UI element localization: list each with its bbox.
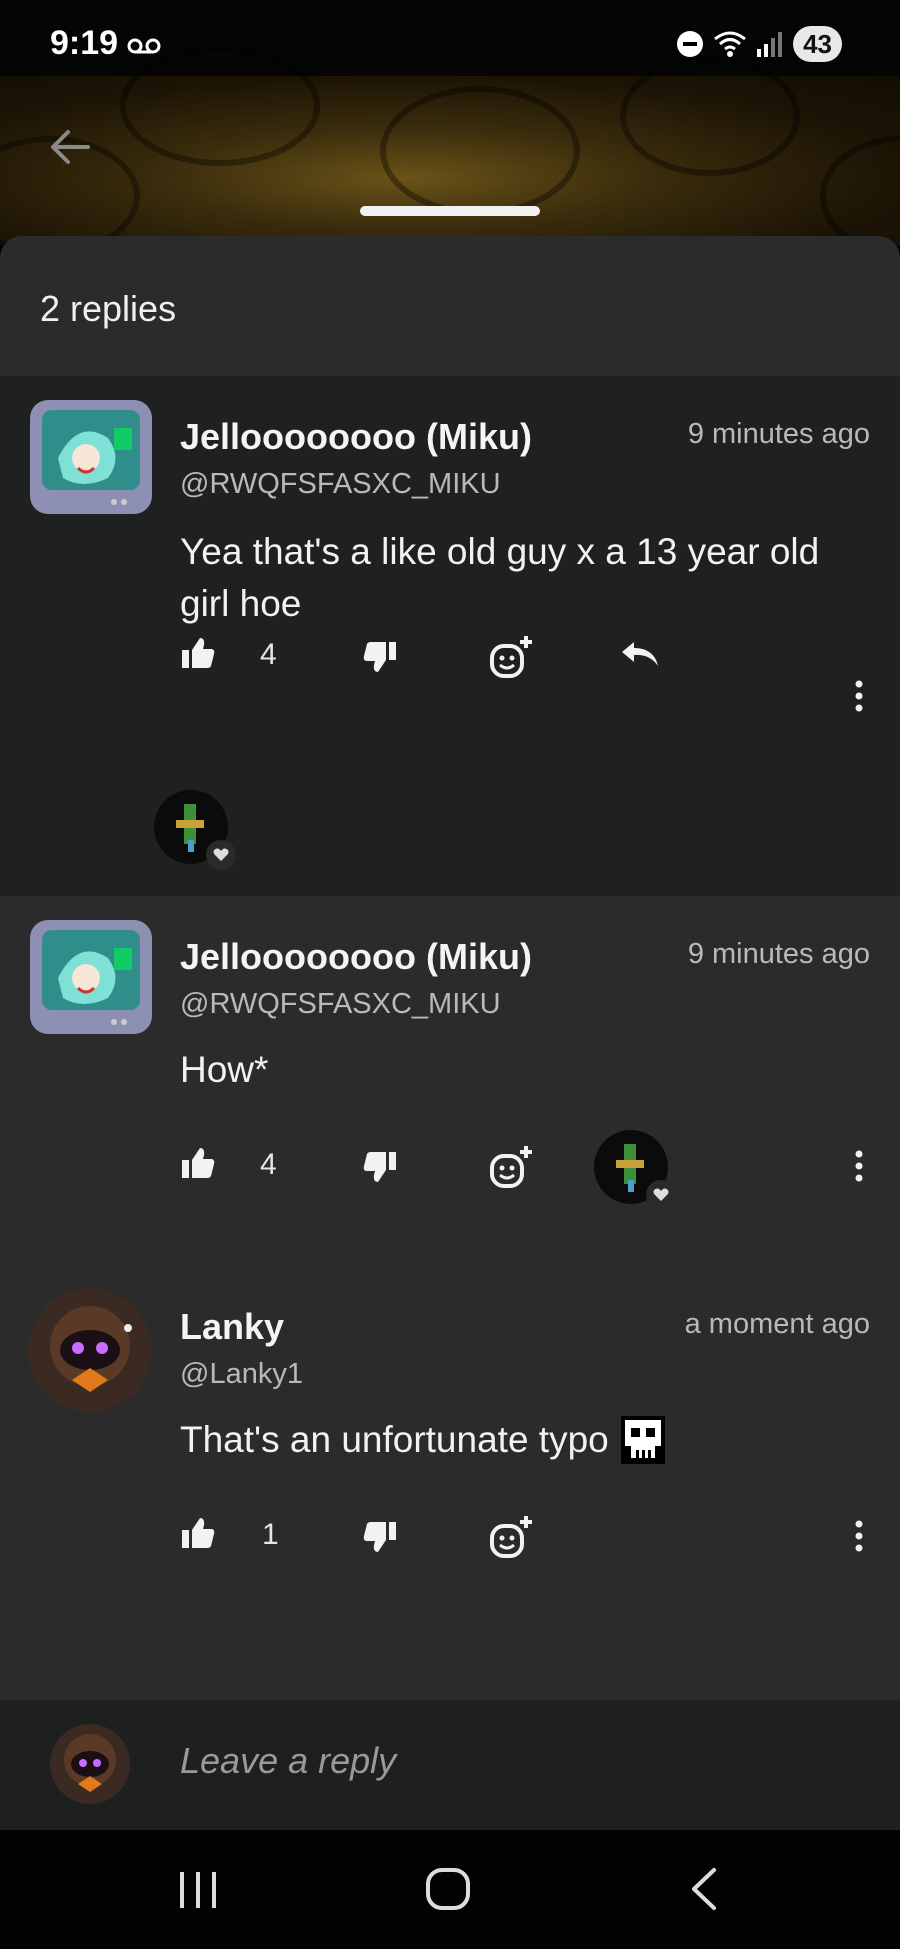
thumbs-down-icon[interactable]	[362, 640, 398, 674]
reply-arrow-icon[interactable]	[620, 640, 660, 670]
avatar[interactable]	[28, 918, 154, 1036]
comment-body-row: That's an unfortunate typo	[180, 1414, 870, 1466]
do-not-disturb-icon	[677, 31, 704, 57]
battery-indicator: 43	[793, 26, 842, 62]
skull-emoji-icon	[620, 1416, 665, 1464]
voicemail-icon	[127, 38, 161, 54]
reply-comment: Lanky @Lanky1 a moment ago That's an unf…	[0, 1266, 900, 1646]
header-background	[0, 46, 900, 256]
reply-input[interactable]	[180, 1740, 860, 1782]
system-nav-bar	[0, 1830, 900, 1949]
like-count: 4	[260, 638, 277, 671]
more-vertical-icon[interactable]	[854, 680, 864, 712]
wifi-icon	[714, 31, 747, 57]
comment-author[interactable]: Jelloooooooo (Miku)	[180, 416, 532, 458]
status-time: 9:19	[50, 24, 119, 62]
replies-sheet: 2 replies Jelloooooooo (Miku) @RWQFSFASX…	[0, 236, 900, 1829]
heart-icon	[206, 840, 236, 870]
more-vertical-icon[interactable]	[854, 1520, 864, 1552]
comment-body: Yea that's a like old guy x a 13 year ol…	[180, 531, 820, 624]
home-icon[interactable]	[424, 1858, 472, 1918]
comment-handle[interactable]: @Lanky1	[180, 1358, 303, 1391]
thumbs-up-icon[interactable]	[180, 1146, 216, 1180]
back-nav-icon[interactable]	[686, 1858, 720, 1918]
comment-author[interactable]: Lanky	[180, 1306, 284, 1348]
replies-title: 2 replies	[40, 288, 177, 329]
like-count: 1	[262, 1518, 279, 1551]
thumbs-down-icon[interactable]	[362, 1150, 398, 1184]
comment-timestamp: 9 minutes ago	[687, 418, 870, 450]
add-reaction-icon[interactable]	[488, 1514, 534, 1560]
signal-icon	[757, 32, 783, 57]
thumbs-up-icon[interactable]	[180, 1516, 216, 1550]
comment-handle[interactable]: @RWQFSFASXC_MIKU	[180, 468, 501, 501]
like-count: 4	[260, 1148, 277, 1181]
parent-comment: Jelloooooooo (Miku) @RWQFSFASXC_MIKU 9 m…	[0, 376, 900, 896]
comment-body: That's an unfortunate typo	[180, 1419, 609, 1460]
comment-body: How*	[180, 1049, 269, 1090]
recent-apps-icon[interactable]	[176, 1858, 220, 1918]
creator-heart-avatar	[154, 790, 236, 870]
thumbs-down-icon[interactable]	[362, 1520, 398, 1554]
avatar[interactable]	[28, 1288, 152, 1412]
reply-bar	[0, 1700, 900, 1830]
thumbs-up-icon[interactable]	[180, 636, 216, 670]
user-avatar	[50, 1724, 130, 1804]
reply-comment: Jelloooooooo (Miku) @RWQFSFASXC_MIKU 9 m…	[0, 896, 900, 1266]
comment-author[interactable]: Jelloooooooo (Miku)	[180, 936, 532, 978]
drag-handle[interactable]	[360, 206, 540, 216]
comment-timestamp: 9 minutes ago	[687, 938, 870, 970]
back-arrow-icon[interactable]	[44, 122, 94, 172]
comment-timestamp: a moment ago	[684, 1308, 870, 1340]
heart-icon	[646, 1180, 676, 1210]
add-reaction-icon[interactable]	[488, 634, 534, 680]
avatar[interactable]	[28, 398, 154, 516]
add-reaction-icon[interactable]	[488, 1144, 534, 1190]
more-vertical-icon[interactable]	[854, 1150, 864, 1182]
creator-heart-avatar	[594, 1130, 676, 1210]
comment-handle[interactable]: @RWQFSFASXC_MIKU	[180, 988, 501, 1021]
